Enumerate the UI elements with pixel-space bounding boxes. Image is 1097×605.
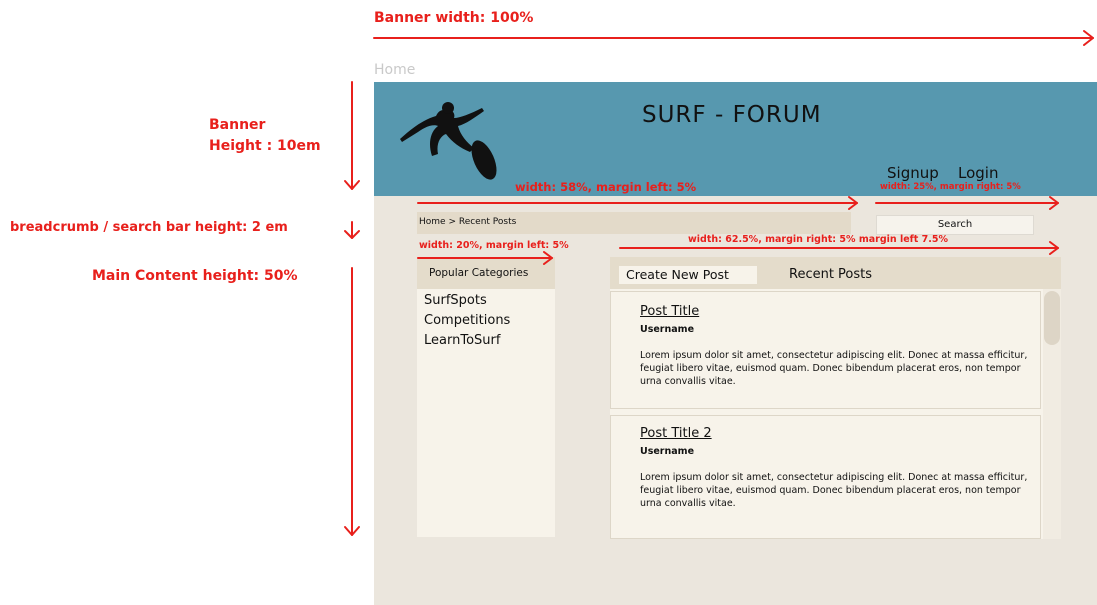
banner-height-annotation-line1: Banner bbox=[209, 117, 266, 133]
main-width-annotation: width: 62.5%, margin right: 5% margin le… bbox=[688, 234, 948, 245]
sidebar-width-annotation: width: 20%, margin left: 5% bbox=[419, 240, 569, 251]
banner-height-annotation-line2: Height : 10em bbox=[209, 138, 321, 154]
breadcrumb-height-annotation: breadcrumb / search bar height: 2 em bbox=[10, 220, 288, 235]
arrow-down-icon bbox=[344, 267, 360, 536]
main-content-height-annotation: Main Content height: 50% bbox=[92, 268, 298, 284]
annotation-arrows bbox=[344, 30, 1094, 536]
arrow-right-icon bbox=[373, 30, 1094, 46]
nav-width-annotation: width: 25%, margin right: 5% bbox=[880, 182, 1021, 192]
arrow-right-icon bbox=[875, 196, 1059, 210]
arrow-right-icon bbox=[417, 196, 858, 210]
arrow-right-icon bbox=[417, 251, 553, 265]
arrow-down-icon bbox=[344, 221, 360, 239]
arrow-down-icon bbox=[344, 81, 360, 190]
breadcrumb-width-annotation: width: 58%, margin left: 5% bbox=[515, 180, 697, 194]
banner-width-annotation: Banner width: 100% bbox=[374, 10, 534, 26]
